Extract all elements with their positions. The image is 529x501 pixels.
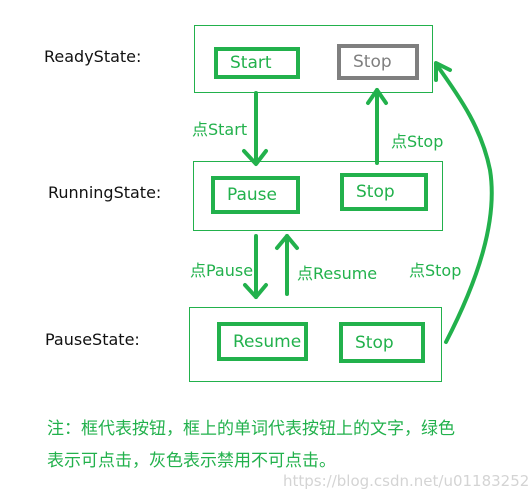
edge-label-resume: 点Resume xyxy=(297,264,378,283)
arrow-stop-pause-to-ready xyxy=(434,61,494,344)
watermark: https://blog.csdn.net/u011832525 xyxy=(283,472,529,490)
arrow-stop-running-to-ready xyxy=(366,88,388,165)
edge-label-stop-pause: 点Stop xyxy=(409,261,462,280)
note: 注：框代表按钮，框上的单词代表按钮上的文字，绿色 表示可点击，灰色表示禁用不可点… xyxy=(47,413,455,477)
edge-label-stop-running: 点Stop xyxy=(391,132,444,151)
edge-label-pause: 点Pause xyxy=(190,261,254,280)
edge-label-start: 点Start xyxy=(192,120,248,139)
note-line-1: 注：框代表按钮，框上的单词代表按钮上的文字，绿色 xyxy=(47,419,455,439)
arrow-resume-pause-to-running xyxy=(275,234,299,296)
arrow-start-ready-to-running xyxy=(242,91,268,166)
